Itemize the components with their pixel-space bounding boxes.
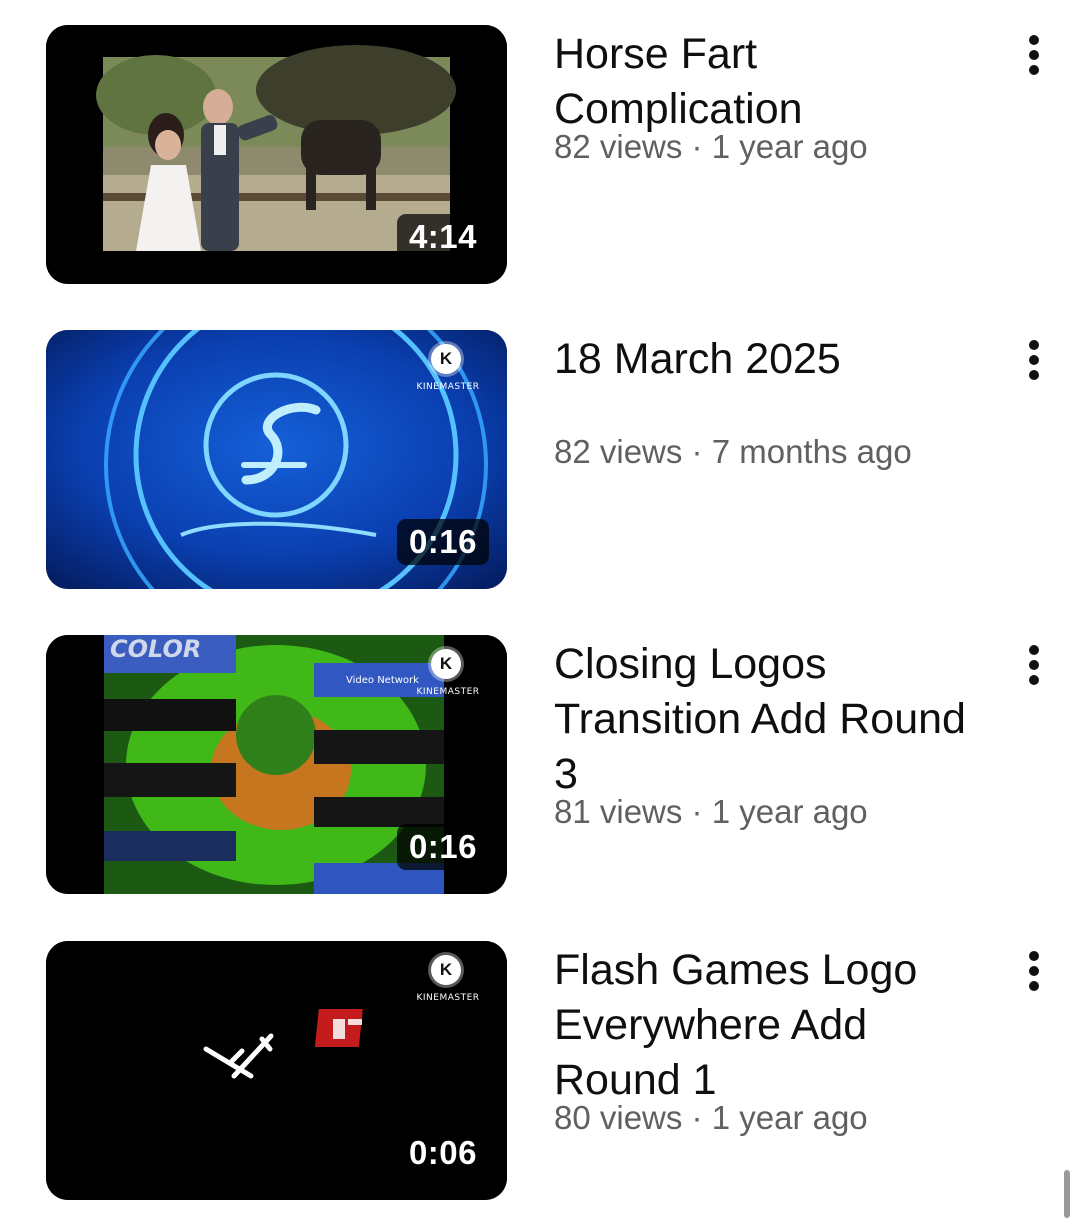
more-options-button[interactable] [1014, 338, 1054, 382]
kinemaster-logo-icon: K KINEMASTER [403, 649, 493, 705]
video-item[interactable]: K KINEMASTER 0:06 Flash Games Logo Every… [0, 941, 1080, 1201]
video-duration: 0:16 [396, 519, 489, 565]
scrollbar[interactable] [1064, 1170, 1070, 1218]
video-thumbnail[interactable]: COLOR Video Network K KINEMASTER 0:16 [46, 635, 507, 894]
video-thumbnail[interactable]: K KINEMASTER 0:06 [46, 941, 507, 1200]
video-item[interactable]: K KINEMASTER 0:16 18 March 2025 82 views… [0, 330, 1080, 590]
more-options-button[interactable] [1014, 949, 1054, 993]
video-meta: 82 views · 7 months ago [554, 433, 912, 470]
video-title[interactable]: Horse Fart Complication [554, 27, 994, 137]
video-duration: 0:06 [396, 1130, 489, 1176]
video-title[interactable]: Closing Logos Transition Add Round 3 [554, 637, 994, 802]
watermark-text: KINEMASTER [416, 687, 480, 697]
video-meta: 80 views · 1 year ago [554, 1099, 868, 1136]
video-meta: 82 views · 1 year ago [554, 128, 868, 165]
video-duration: 4:14 [396, 214, 489, 260]
more-options-button[interactable] [1014, 643, 1054, 687]
video-title[interactable]: 18 March 2025 [554, 332, 994, 387]
kinemaster-logo-icon: K KINEMASTER [403, 955, 493, 1011]
watermark-text: KINEMASTER [416, 382, 480, 392]
more-options-button[interactable] [1014, 33, 1054, 77]
video-duration: 0:16 [396, 824, 489, 870]
video-meta: 81 views · 1 year ago [554, 793, 868, 830]
kinemaster-logo-icon: K KINEMASTER [403, 344, 493, 400]
video-item[interactable]: 4:14 Horse Fart Complication 82 views · … [0, 25, 1080, 285]
video-thumbnail[interactable]: K KINEMASTER 0:16 [46, 330, 507, 589]
color-logo-text: COLOR [110, 635, 201, 663]
video-thumbnail[interactable]: 4:14 [46, 25, 507, 284]
video-title[interactable]: Flash Games Logo Everywhere Add Round 1 [554, 943, 994, 1108]
video-item[interactable]: COLOR Video Network K KINEMASTER 0:16 Cl… [0, 635, 1080, 895]
watermark-text: KINEMASTER [416, 993, 480, 1003]
